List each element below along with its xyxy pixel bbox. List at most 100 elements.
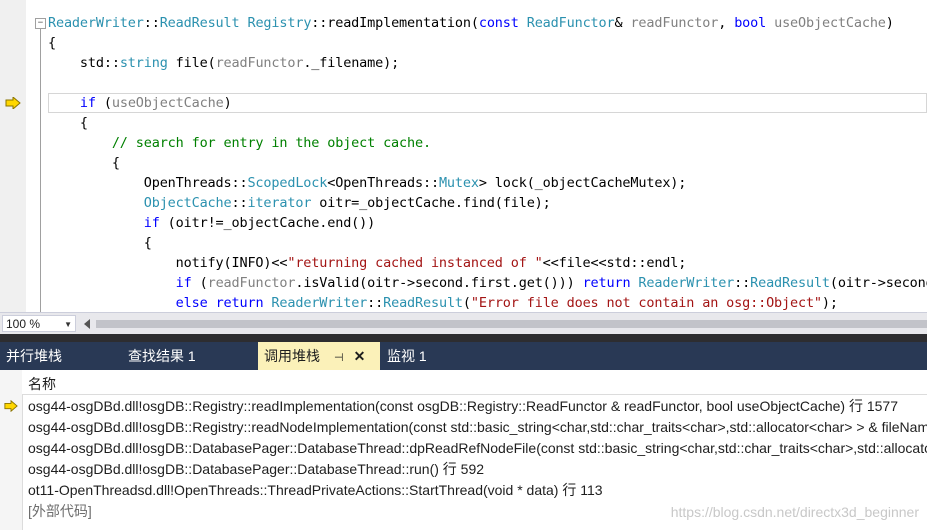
pin-icon[interactable]: ⊣ (334, 352, 344, 364)
code-line[interactable]: { (48, 233, 927, 253)
code-token: ::readImplementation( (311, 15, 479, 31)
code-token: ._filename); (303, 55, 400, 71)
call-stack-frame[interactable]: osg44-osgDBd.dll!osgDB::Registry::readIm… (22, 396, 927, 417)
code-token: :: (231, 195, 248, 211)
code-line[interactable]: { (48, 153, 927, 173)
call-stack-gutter (0, 370, 23, 530)
code-line[interactable] (48, 73, 927, 93)
tab-label: 监视 1 (387, 348, 427, 364)
code-line[interactable]: { (48, 113, 927, 133)
call-stack-panel[interactable]: 名称 osg44-osgDBd.dll!osgDB::Registry::rea… (0, 370, 927, 530)
code-token: ReadResult (159, 15, 240, 31)
code-token: iterator (247, 195, 312, 211)
code-token: "returning cached instanced of " (287, 255, 543, 271)
code-token: readFunctor (630, 15, 719, 31)
scroll-left-icon[interactable] (84, 319, 90, 329)
code-line[interactable]: notify(INFO)<<"returning cached instance… (48, 253, 927, 273)
code-token: (oitr->second.first.get(), (829, 275, 927, 291)
yellow-arrow-icon (5, 97, 21, 109)
code-token: ReaderWriter (638, 275, 735, 291)
code-token: const (478, 15, 519, 31)
call-stack-frame[interactable]: osg44-osgDBd.dll!osgDB::DatabasePager::D… (22, 438, 927, 459)
code-token: return (582, 275, 631, 291)
chevron-down-icon[interactable]: ▼ (64, 316, 72, 333)
call-stack-frame[interactable]: osg44-osgDBd.dll!osgDB::Registry::readNo… (22, 417, 927, 438)
horizontal-scrollbar[interactable] (96, 320, 927, 328)
code-line[interactable]: std::string file(readFunctor._filename); (48, 53, 927, 73)
code-token: readFunctor (215, 55, 304, 71)
code-line[interactable]: // search for entry in the object cache. (48, 133, 927, 153)
code-token: ( (462, 295, 471, 311)
code-token: ReaderWriter (48, 15, 144, 31)
code-token: // search for entry in the object cache. (111, 135, 431, 151)
code-token: ReadFunctor (526, 15, 615, 31)
code-token: > lock(_objectCacheMutex); (478, 175, 687, 191)
code-line[interactable]: ObjectCache::iterator oitr=_objectCache.… (48, 193, 927, 213)
breakpoint-gutter[interactable] (0, 0, 27, 312)
code-token: Mutex (438, 175, 479, 191)
yellow-arrow-icon (4, 400, 18, 412)
code-token: file( (167, 55, 216, 71)
code-token: OpenThreads:: (48, 175, 248, 191)
collapse-icon[interactable]: − (35, 18, 46, 29)
code-area[interactable]: ReaderWriter::ReadResult Registry::readI… (48, 13, 927, 312)
column-header-label: 名称 (28, 376, 56, 392)
code-token: ReadResult (383, 295, 463, 311)
close-icon[interactable]: ✕ (354, 348, 366, 364)
code-token: Registry (247, 15, 312, 31)
code-token: :: (367, 295, 384, 311)
tab-parallel-stacks[interactable]: 并行堆栈 (0, 342, 120, 370)
code-token: ReaderWriter (271, 295, 368, 311)
code-token: .isValid(oitr->second.first.get())) (295, 275, 583, 291)
code-line[interactable]: { (48, 33, 927, 53)
tab-find-results[interactable]: 查找结果 1 (122, 342, 256, 370)
code-token: ) (223, 95, 232, 111)
code-token: "Error file does not contain an osg::Obj… (470, 295, 822, 311)
code-token: ReadResult (750, 275, 830, 291)
zoom-value: 100 % (6, 317, 41, 331)
outlining-margin (26, 0, 40, 312)
tab-watch[interactable]: 监视 1 (381, 342, 487, 370)
code-token: :: (143, 15, 160, 31)
code-token: , (718, 15, 735, 31)
code-token: std:: (48, 55, 120, 71)
tab-label: 调用堆栈 (264, 348, 320, 364)
code-line[interactable]: else return ReaderWriter::ReadResult("Er… (48, 293, 927, 312)
code-token: if (175, 275, 192, 291)
column-header-name[interactable]: 名称 (22, 370, 927, 395)
code-line[interactable]: if (readFunctor.isValid(oitr->second.fir… (48, 273, 927, 293)
code-token: ObjectCache (143, 195, 232, 211)
code-editor[interactable]: − ReaderWriter::ReadResult Registry::rea… (0, 0, 927, 312)
outline-guide (40, 29, 41, 312)
code-token: ( (95, 95, 112, 111)
code-token: readFunctor (207, 275, 296, 291)
code-line[interactable]: ReaderWriter::ReadResult Registry::readI… (48, 13, 927, 33)
code-line[interactable]: if (oitr!=_objectCache.end()) (48, 213, 927, 233)
code-line[interactable]: if (useObjectCache) (48, 93, 927, 113)
code-token: ); (821, 295, 838, 311)
code-token: bool (734, 15, 767, 31)
call-stack-frame[interactable]: ot11-OpenThreadsd.dll!OpenThreads::Threa… (22, 480, 927, 501)
code-token: useObjectCache (111, 95, 224, 111)
code-token: { (48, 115, 88, 131)
tool-window-tab-strip: 并行堆栈 查找结果 1 调用堆栈 ⊣ ✕ 监视 1 (0, 334, 927, 370)
code-token: if (79, 95, 96, 111)
code-token: <<file<<std::endl; (542, 255, 687, 271)
zoom-select[interactable]: 100 % ▼ (2, 315, 76, 332)
code-token: else (175, 295, 208, 311)
code-token: notify(INFO)<< (48, 255, 288, 271)
code-token: (oitr!=_objectCache.end()) (159, 215, 376, 231)
code-token: useObjectCache (774, 15, 886, 31)
code-line[interactable]: OpenThreads::ScopedLock<OpenThreads::Mut… (48, 173, 927, 193)
call-stack-frame[interactable]: osg44-osgDBd.dll!osgDB::DatabasePager::D… (22, 459, 927, 480)
code-token: ( (191, 275, 208, 291)
tab-call-stack[interactable]: 调用堆栈 ⊣ ✕ (258, 342, 380, 370)
code-token: if (143, 215, 160, 231)
